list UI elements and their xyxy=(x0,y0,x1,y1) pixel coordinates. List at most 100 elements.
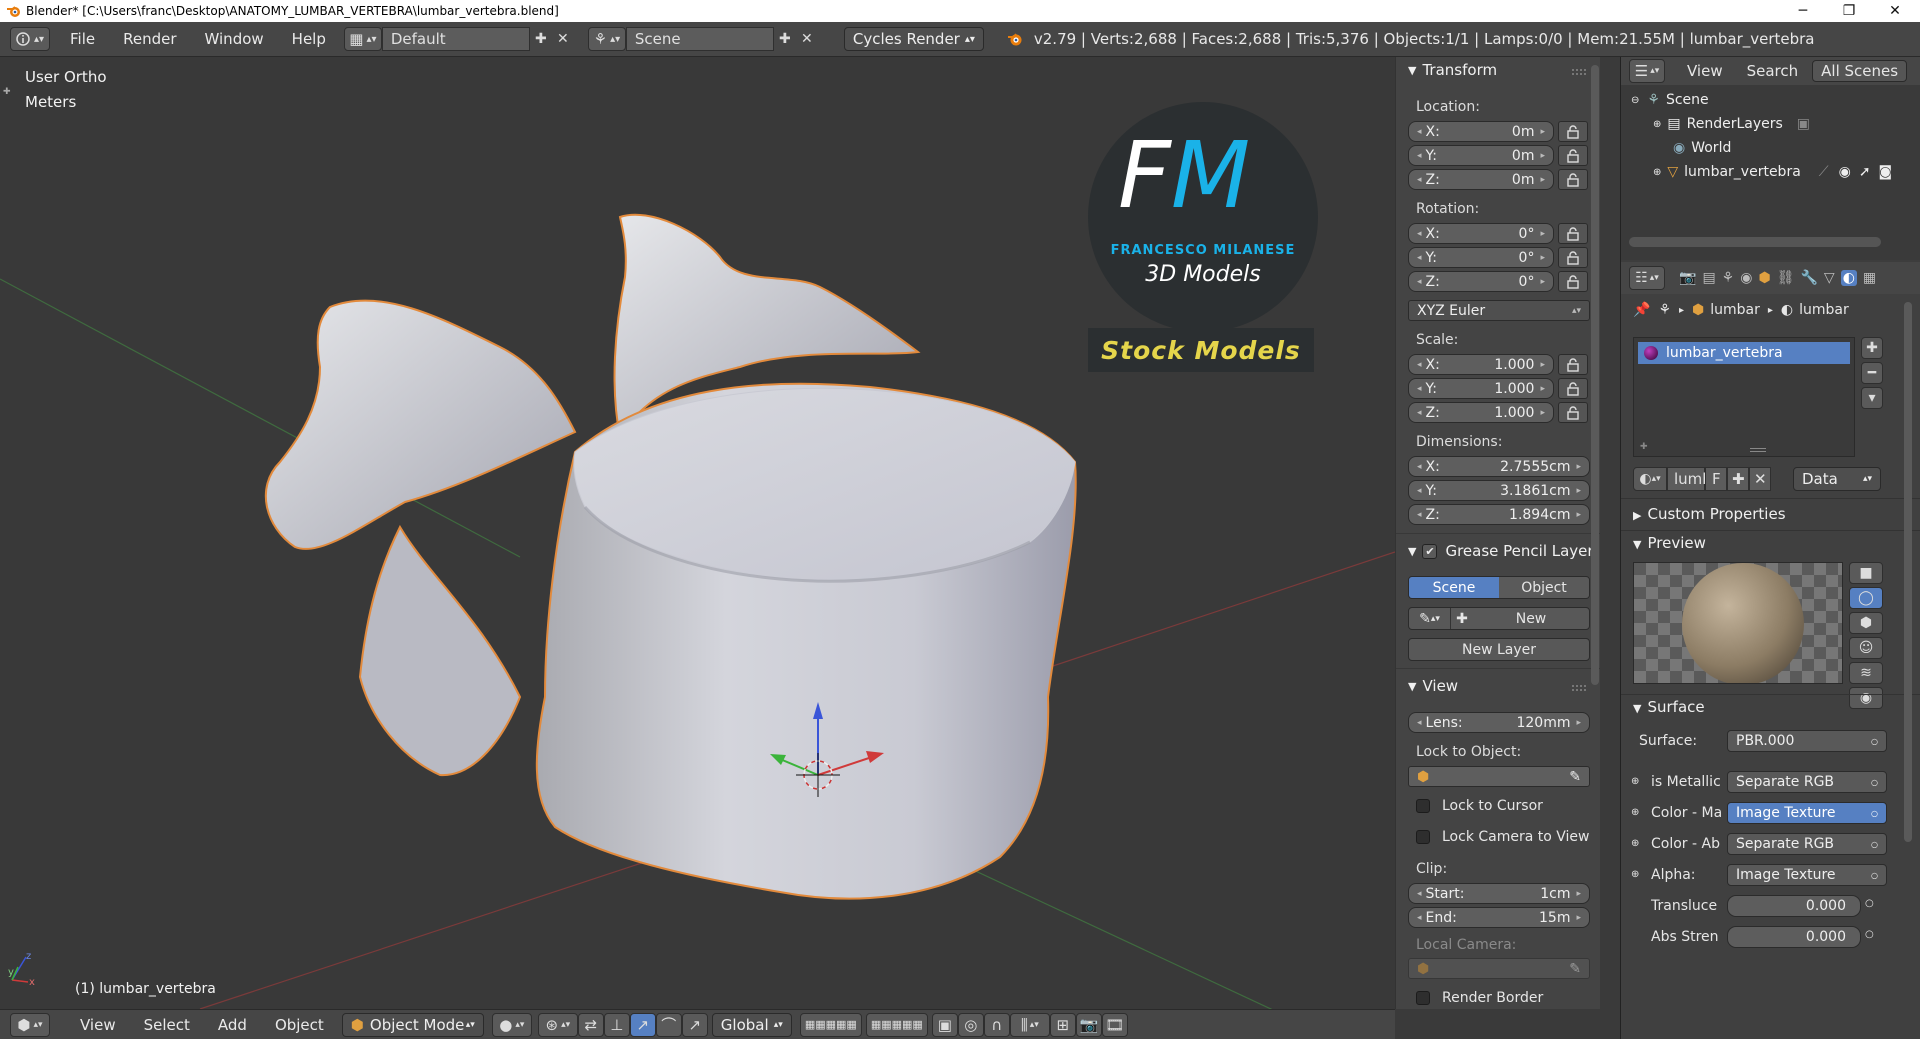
lock-rotation-z-icon[interactable] xyxy=(1558,271,1588,292)
dimensions-x-field[interactable]: ◂ X: 2.7555cm ▸ xyxy=(1408,456,1590,477)
render-border-checkbox[interactable]: Render Border xyxy=(1416,990,1543,1006)
rotation-z-field[interactable]: ◂ Z: 0° ▸ xyxy=(1408,271,1554,292)
scene-browse-button[interactable]: ⚘ ▴▾ xyxy=(587,27,626,51)
menu-add[interactable]: Add xyxy=(204,1016,261,1034)
add-screen-icon[interactable]: ✚ xyxy=(530,28,552,50)
lock-location-x-icon[interactable] xyxy=(1558,121,1588,142)
preview-cube-icon[interactable]: ⬢ xyxy=(1849,612,1883,634)
opengl-render-animation-icon[interactable]: 🎞 xyxy=(1101,1012,1128,1037)
screen-layout-browse-button[interactable]: ▦ ▴▾ xyxy=(343,27,382,51)
rotation-y-field[interactable]: ◂ Y: 0° ▸ xyxy=(1408,247,1554,268)
lock-location-y-icon[interactable] xyxy=(1558,145,1588,166)
material-tab-icon[interactable]: ◐ xyxy=(1840,270,1857,286)
scale-x-field[interactable]: ◂ X: 1.000 ▸ xyxy=(1408,354,1554,375)
clip-start-field[interactable]: ◂ Start: 1cm ▸ xyxy=(1408,883,1590,904)
eyedropper-icon[interactable]: ✎ xyxy=(1569,769,1581,785)
fake-user-toggle[interactable]: F xyxy=(1705,467,1727,491)
grease-pencil-object-tab[interactable]: Object xyxy=(1499,577,1589,598)
menu-view[interactable]: View xyxy=(66,1016,130,1034)
scale-z-field[interactable]: ◂ Z: 1.000 ▸ xyxy=(1408,402,1554,423)
lock-scale-z-icon[interactable] xyxy=(1558,402,1588,423)
snap-element-dropdown[interactable]: ⫼ ▴▾ xyxy=(1009,1012,1050,1037)
lock-to-cursor-checkbox[interactable]: Lock to Cursor xyxy=(1416,798,1543,814)
add-scene-icon[interactable]: ✚ xyxy=(774,28,796,50)
outliner-editor-type-button[interactable]: ☰ ▴▾ xyxy=(1629,59,1665,83)
lock-scale-y-icon[interactable] xyxy=(1558,378,1588,399)
grease-pencil-new-button[interactable]: New xyxy=(1473,608,1589,629)
texture-tab-icon[interactable]: ▦ xyxy=(1863,270,1876,286)
outliner-horizontal-scrollbar[interactable] xyxy=(1629,237,1881,247)
expand-input-icon[interactable]: ⊕ xyxy=(1631,838,1639,849)
scene-field[interactable]: Scene xyxy=(625,27,774,51)
render-tab-icon[interactable]: 📷 xyxy=(1679,270,1696,286)
snap-target-icon[interactable]: ⊞ xyxy=(1049,1012,1076,1037)
preview-monkey-icon[interactable]: ☺ xyxy=(1849,637,1883,659)
outliner-display-mode-dropdown[interactable]: All Scenes xyxy=(1812,60,1908,82)
preview-world-sphere-icon[interactable]: ◉ xyxy=(1849,687,1883,709)
material-link-dropdown[interactable]: Data ▴▾ xyxy=(1793,467,1881,491)
surface-shader-selector[interactable]: PBR.000 ○ xyxy=(1727,730,1887,752)
opengl-render-image-icon[interactable]: 📷 xyxy=(1075,1012,1102,1037)
location-z-field[interactable]: ◂ Z: 0m ▸ xyxy=(1408,169,1554,190)
minimize-icon[interactable]: ─ xyxy=(1780,0,1826,22)
input-link-is-metallic[interactable]: Separate RGB ○ xyxy=(1727,771,1887,793)
material-slot-specials-icon[interactable]: ▾ xyxy=(1861,387,1883,409)
new-material-icon[interactable]: ✚ xyxy=(1727,467,1749,491)
panel-grip-icon[interactable] xyxy=(1572,69,1586,75)
properties-editor-type-button[interactable]: ☷ ▴▾ xyxy=(1629,266,1665,290)
interaction-mode-dropdown[interactable]: ⬢ Object Mode ▴▾ xyxy=(341,1012,484,1037)
grease-pencil-panel-header[interactable]: ▼ ✔ Grease Pencil Layer xyxy=(1408,542,1594,560)
transluce-slider[interactable]: 0.000 xyxy=(1727,895,1861,917)
expand-input-icon[interactable]: ⊕ xyxy=(1631,776,1639,787)
modifiers-tab-icon[interactable]: 🔧 xyxy=(1800,270,1817,286)
outliner-row-world[interactable]: ◉ World xyxy=(1621,137,1920,159)
menu-object[interactable]: Object xyxy=(261,1016,338,1034)
expand-input-icon[interactable]: ⊕ xyxy=(1631,869,1639,880)
dimensions-y-field[interactable]: ◂ Y: 3.1861cm ▸ xyxy=(1408,480,1590,501)
material-slot-list[interactable]: lumbar_vertebra ✚ xyxy=(1633,337,1855,457)
menu-select[interactable]: Select xyxy=(130,1016,204,1034)
outliner-row-renderlayers[interactable]: ⊕ ▤ RenderLayers ▣ xyxy=(1621,113,1920,135)
pin-icon[interactable]: 📌 xyxy=(1633,302,1650,318)
menu-window[interactable]: Window xyxy=(191,30,278,48)
visibility-eye-icon[interactable]: ◉ xyxy=(1839,164,1851,180)
custom-properties-panel-header[interactable]: ▶ Custom Properties xyxy=(1633,505,1786,523)
list-filter-icon[interactable]: ✚ xyxy=(1640,442,1648,452)
pivot-point-dropdown[interactable]: ⊛ ▴▾ xyxy=(537,1012,578,1037)
render-camera-icon[interactable]: ◙ xyxy=(1879,164,1893,180)
preview-flat-icon[interactable]: ■ xyxy=(1849,562,1883,584)
npanel-scrollbar[interactable] xyxy=(1591,65,1599,685)
scene-layers-grid-2[interactable]: ▦▦▦▦▦ xyxy=(865,1012,928,1037)
lens-field[interactable]: ◂ Lens: 120mm ▸ xyxy=(1408,712,1590,733)
new-layer-button[interactable]: New Layer xyxy=(1408,638,1590,661)
outliner-menu-search[interactable]: Search xyxy=(1747,62,1799,80)
preview-sphere-icon[interactable]: ◯ xyxy=(1849,587,1883,609)
lock-scale-x-icon[interactable] xyxy=(1558,354,1588,375)
proportional-edit-icon[interactable]: ◎ xyxy=(957,1012,984,1037)
material-slot-item[interactable]: lumbar_vertebra xyxy=(1638,342,1850,364)
close-window-icon[interactable]: ✕ xyxy=(1872,0,1918,22)
pencil-browse-icon[interactable]: ✎ ▴▾ xyxy=(1409,608,1451,629)
scene-layers-grid-1[interactable]: ▦▦▦▦▦ xyxy=(799,1012,862,1037)
dimensions-z-field[interactable]: ◂ Z: 1.894cm ▸ xyxy=(1408,504,1590,525)
manipulator-rotate-icon[interactable]: ↗ xyxy=(629,1012,656,1037)
outliner-row-lumbar-vertebra[interactable]: ⊕ ▽ lumbar_vertebra ⟋ ◉ ➚ ◙ xyxy=(1621,161,1920,183)
manipulator-toggle-icon[interactable]: ⇄ xyxy=(577,1012,604,1037)
surface-panel-header[interactable]: ▼ Surface xyxy=(1633,698,1705,716)
transform-orientation-dropdown[interactable]: Global ▴▾ xyxy=(711,1012,792,1037)
panel-grip-icon[interactable] xyxy=(1572,685,1586,691)
expand-minus-icon[interactable]: ⊖ xyxy=(1631,95,1639,106)
input-link-color-ma[interactable]: Image Texture ○ xyxy=(1727,802,1887,824)
vertebra-mesh[interactable] xyxy=(264,213,1077,900)
data-tab-icon[interactable]: ▽ xyxy=(1824,270,1835,286)
scale-y-field[interactable]: ◂ Y: 1.000 ▸ xyxy=(1408,378,1554,399)
render-layers-tab-icon[interactable]: ▤ xyxy=(1702,270,1715,286)
expand-input-icon[interactable]: ⊕ xyxy=(1631,807,1639,818)
object-tab-icon[interactable]: ⬢ xyxy=(1758,270,1770,286)
node-link-icon[interactable]: ○ xyxy=(1865,898,1874,909)
preview-hair-icon[interactable]: ≋ xyxy=(1849,662,1883,684)
rotation-mode-dropdown[interactable]: XYZ Euler ▴▾ xyxy=(1408,300,1590,321)
scene-tab-icon[interactable]: ⚘ xyxy=(1722,270,1735,286)
world-tab-icon[interactable]: ◉ xyxy=(1740,270,1752,286)
node-link-icon[interactable]: ○ xyxy=(1865,929,1874,940)
